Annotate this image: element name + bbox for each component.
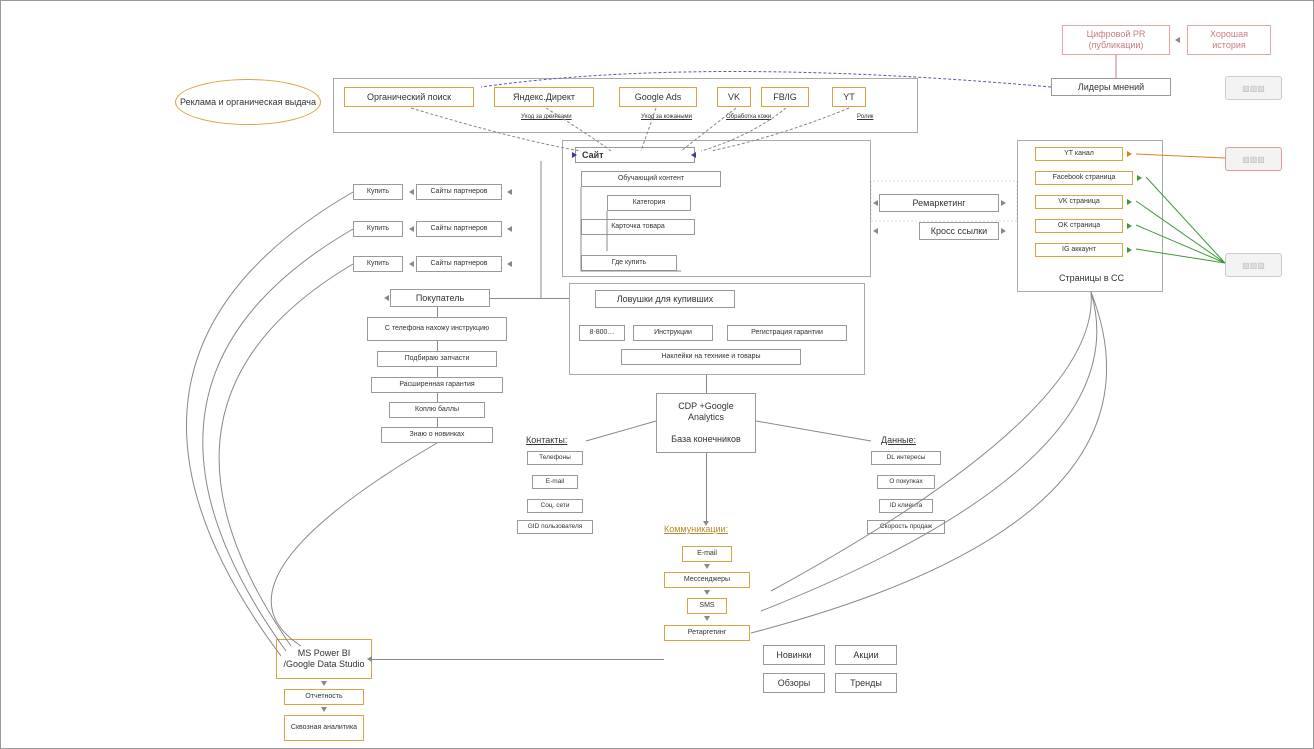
partner-sites-1: Сайты партнеров (416, 184, 502, 200)
edu-content-box: Обучающий контент (581, 171, 721, 187)
grid-trends: Тренды (835, 673, 897, 693)
vk-ads-box: VK (717, 87, 751, 107)
data-a: DL интересы (871, 451, 941, 465)
site-title: Сайт (575, 147, 695, 163)
partner-sites-2: Сайты партнеров (416, 221, 502, 237)
social-container (1017, 140, 1163, 292)
comms-sms: SMS (687, 598, 727, 614)
traps-phone: 8-800… (579, 325, 625, 341)
bi-title: MS Power BI /Google Data Studio (276, 639, 372, 679)
contacts-email: E-mail (532, 475, 578, 489)
blur-1: ▧▧▧ (1225, 76, 1282, 100)
traps-stickers: Наклейки на технике и товары (621, 349, 801, 365)
story-box: Хорошая история (1187, 25, 1271, 55)
comms-header: Коммуникации: (664, 524, 728, 534)
partner-sites-3: Сайты партнеров (416, 256, 502, 272)
buyer-step-5: Знаю о новинках (381, 427, 493, 443)
buy-3: Купить (353, 256, 403, 272)
buyer-step-2: Подбираю запчасти (377, 351, 497, 367)
buyer-title: Покупатель (390, 289, 490, 307)
blur-2: ▧▧▧ (1225, 147, 1282, 171)
fb-page-box: Facebook страница (1035, 171, 1133, 185)
caption-3: Обработка кожи (726, 114, 771, 120)
remarketing-box: Ремаркетинг (879, 194, 999, 212)
buy-1: Купить (353, 184, 403, 200)
contacts-header: Контакты: (526, 435, 567, 445)
grid-novelty: Новинки (763, 645, 825, 665)
buy-2: Купить (353, 221, 403, 237)
bi-through: Сквозная аналитика (284, 715, 364, 741)
grid-promo: Акции (835, 645, 897, 665)
vk-page-box: VK страница (1035, 195, 1123, 209)
yt-ads-box: YT (832, 87, 866, 107)
yandex-direct-box: Яндекс.Директ (494, 87, 594, 107)
contacts-uid: GID пользователя (517, 520, 593, 534)
traps-instructions: Инструкции (633, 325, 713, 341)
where-buy-box: Где купить (581, 255, 677, 271)
fbig-box: FB/IG (761, 87, 809, 107)
traps-title: Ловушки для купивших (595, 290, 735, 308)
grid-reviews: Обзоры (763, 673, 825, 693)
caption-4: Ролик (857, 114, 873, 120)
buyer-step-4: Коплю баллы (389, 402, 485, 418)
digital-pr-box: Цифровой PR (публикации) (1062, 25, 1170, 55)
yt-channel-box: YT канал (1035, 147, 1123, 161)
crosslinks-box: Кросс ссылки (919, 222, 999, 240)
data-b: О покупках (877, 475, 935, 489)
influencers-box: Лидеры мнений (1051, 78, 1171, 96)
product-card-box: Карточка товара (581, 219, 695, 235)
data-d: Скорость продаж (867, 520, 945, 534)
blur-3: ▧▧▧ (1225, 253, 1282, 277)
organic-search-box: Органический поиск (344, 87, 474, 107)
google-ads-box: Google Ads (619, 87, 697, 107)
buyer-step-1: С телефона нахожу инструкцию (367, 317, 507, 341)
contacts-phone: Телефоны (527, 451, 583, 465)
data-header: Данные: (881, 435, 916, 445)
buyer-step-3: Расширенная гарантия (371, 377, 503, 393)
bi-report: Отчетность (284, 689, 364, 705)
category-box: Категория (607, 195, 691, 211)
caption-2: Уход за кожаными (641, 114, 692, 120)
traps-warranty: Регистрация гарантии (727, 325, 847, 341)
cdp-box: CDP +Google Analytics База конечников (656, 393, 756, 453)
ads-ellipse: Реклама и органическая выдача (175, 79, 321, 125)
ok-page-box: OK страница (1035, 219, 1123, 233)
comms-email: E-mail (682, 546, 732, 562)
comms-retarget: Ретаргетинг (664, 625, 750, 641)
contacts-soc: Соц. сети (527, 499, 583, 513)
diagram-canvas: Цифровой PR (публикации) Хорошая история… (0, 0, 1314, 749)
ig-account-box: IG аккаунт (1035, 243, 1123, 257)
comms-messengers: Мессенджеры (664, 572, 750, 588)
caption-1: Уход за джинсами (521, 114, 572, 120)
social-title: Страницы в СС (1059, 273, 1124, 283)
data-c: ID клиента (879, 499, 933, 513)
